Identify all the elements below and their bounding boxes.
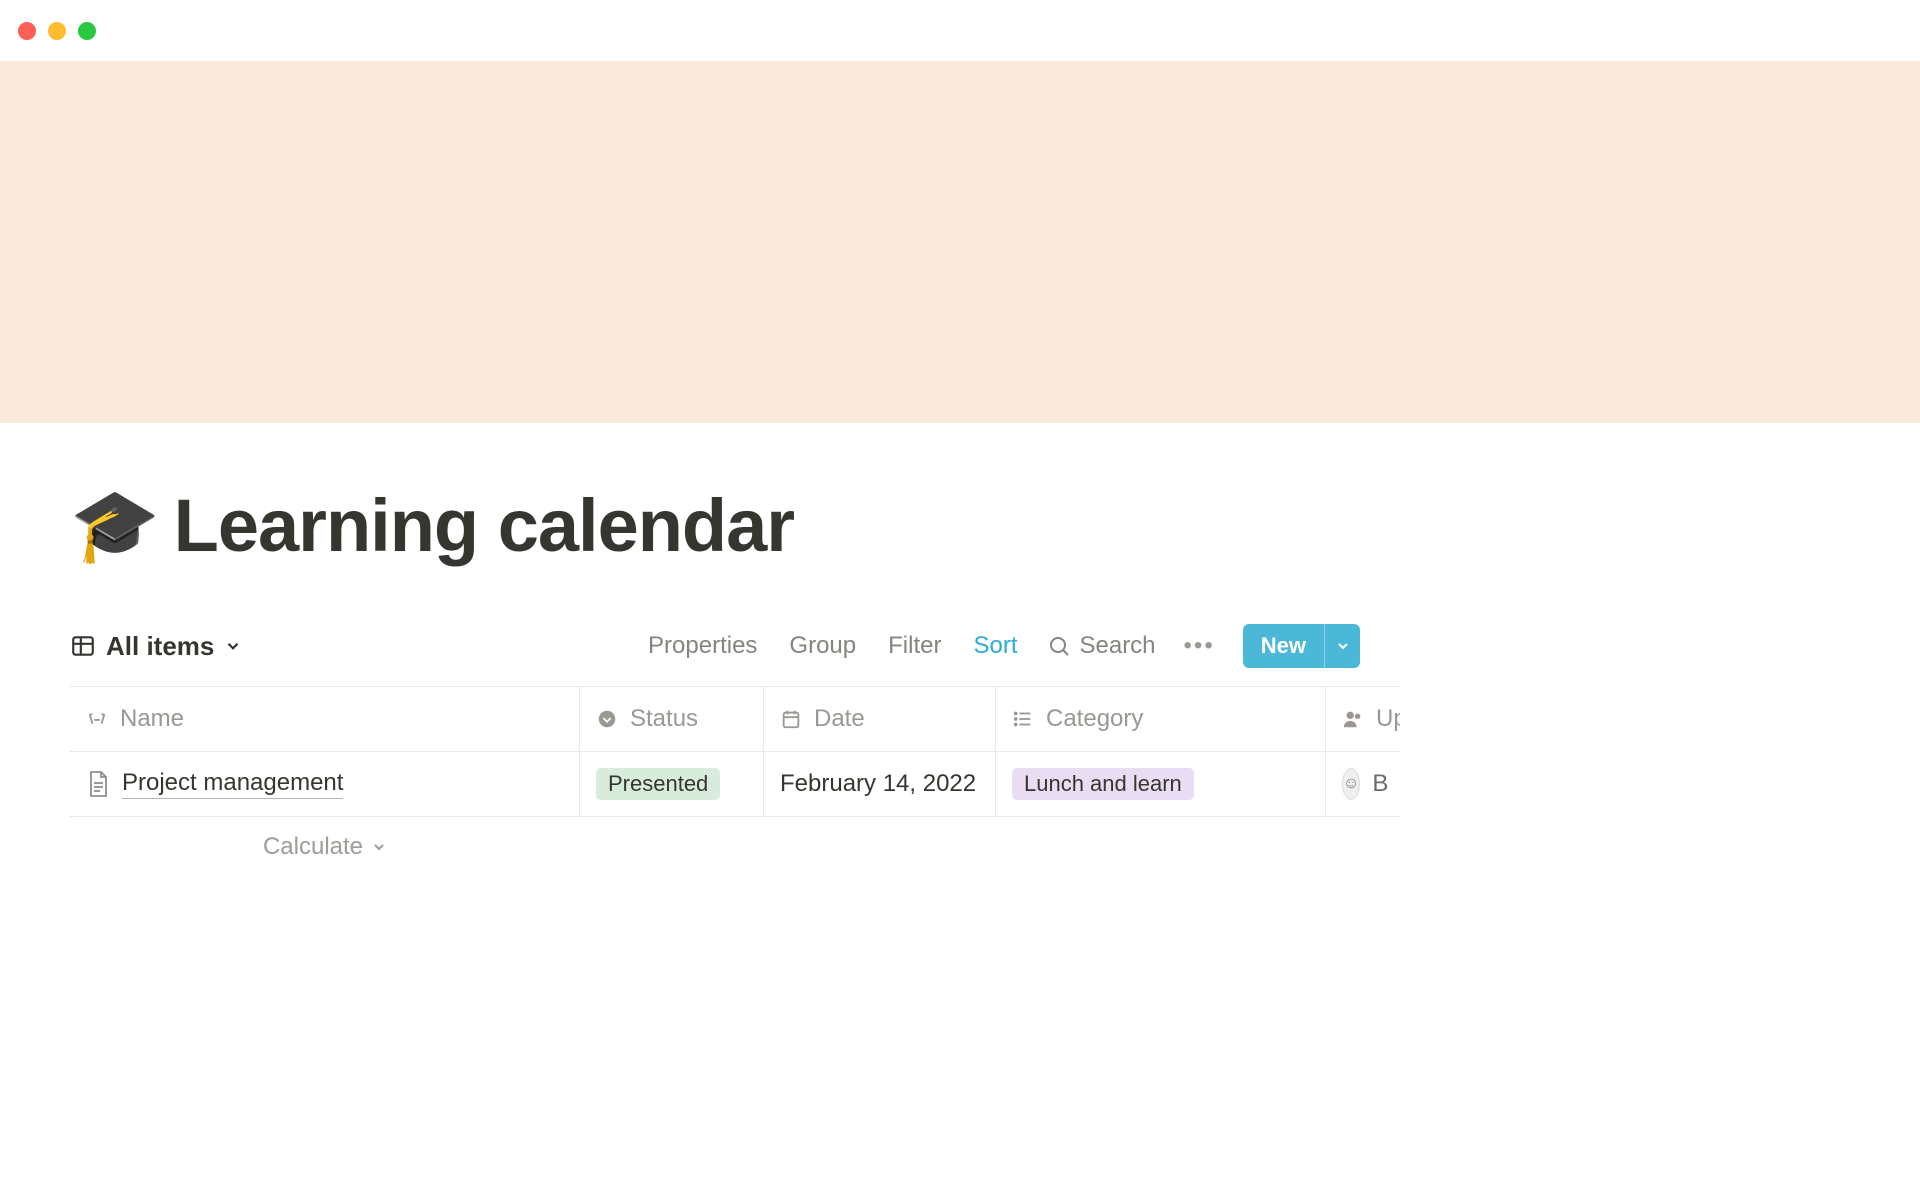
- date-value: February 14, 2022: [780, 770, 976, 798]
- group-button[interactable]: Group: [787, 628, 858, 664]
- select-property-icon: [596, 708, 618, 730]
- table-footer-row: Calculate: [70, 817, 1400, 861]
- column-label: Up: [1376, 705, 1400, 733]
- cell-status[interactable]: Presented: [580, 752, 764, 816]
- page-icon[interactable]: 🎓: [70, 490, 160, 562]
- calculate-button[interactable]: Calculate: [263, 833, 387, 861]
- chevron-down-icon: [224, 637, 242, 655]
- date-property-icon: [780, 708, 802, 730]
- new-dropdown-button[interactable]: [1324, 624, 1360, 668]
- column-header-person[interactable]: Up: [1326, 687, 1400, 751]
- window-zoom-button[interactable]: [78, 22, 96, 40]
- multiselect-property-icon: [1012, 708, 1034, 730]
- person-initial: B: [1372, 770, 1388, 798]
- table-header-row: Name Status Date: [70, 686, 1400, 752]
- more-options-button[interactable]: •••: [1184, 632, 1215, 660]
- view-switcher[interactable]: All items: [70, 631, 242, 662]
- properties-button[interactable]: Properties: [646, 628, 759, 664]
- column-label: Category: [1046, 705, 1143, 733]
- search-label: Search: [1079, 632, 1155, 660]
- column-label: Date: [814, 705, 865, 733]
- text-property-icon: [86, 708, 108, 730]
- table-row[interactable]: Project management Presented February 14…: [70, 752, 1400, 817]
- column-header-name[interactable]: Name: [70, 687, 580, 751]
- window-titlebar: [0, 0, 1920, 61]
- cell-category[interactable]: Lunch and learn: [996, 752, 1326, 816]
- column-label: Name: [120, 705, 184, 733]
- window-close-button[interactable]: [18, 22, 36, 40]
- new-button-group: New: [1243, 624, 1360, 668]
- page-content: 🎓 Learning calendar All items Properties…: [0, 423, 1920, 861]
- column-header-status[interactable]: Status: [580, 687, 764, 751]
- window-minimize-button[interactable]: [48, 22, 66, 40]
- database-toolbar: All items Properties Group Filter Sort S…: [70, 624, 1400, 668]
- chevron-down-icon: [1335, 638, 1351, 654]
- page-title-row: 🎓 Learning calendar: [70, 483, 1920, 568]
- filter-button[interactable]: Filter: [886, 628, 943, 664]
- chevron-down-icon: [371, 839, 387, 855]
- page-cover[interactable]: [0, 61, 1920, 423]
- search-button[interactable]: Search: [1047, 632, 1155, 660]
- cell-date[interactable]: February 14, 2022: [764, 752, 996, 816]
- column-header-category[interactable]: Category: [996, 687, 1326, 751]
- avatar: ☺: [1342, 768, 1360, 800]
- view-label: All items: [106, 631, 214, 662]
- cell-name[interactable]: Project management: [70, 752, 580, 816]
- sort-button[interactable]: Sort: [971, 628, 1019, 664]
- search-icon: [1047, 634, 1071, 658]
- category-tag: Lunch and learn: [1012, 768, 1194, 800]
- column-label: Status: [630, 705, 698, 733]
- person-property-icon: [1342, 708, 1364, 730]
- calculate-label: Calculate: [263, 833, 363, 861]
- row-title[interactable]: Project management: [122, 769, 343, 799]
- column-header-date[interactable]: Date: [764, 687, 996, 751]
- cell-person[interactable]: ☺ B: [1326, 752, 1400, 816]
- database-table: Name Status Date: [70, 686, 1400, 817]
- new-button[interactable]: New: [1243, 624, 1324, 668]
- table-icon: [70, 633, 96, 659]
- page-title[interactable]: Learning calendar: [174, 483, 794, 568]
- page-icon: [86, 770, 110, 798]
- status-tag: Presented: [596, 768, 720, 800]
